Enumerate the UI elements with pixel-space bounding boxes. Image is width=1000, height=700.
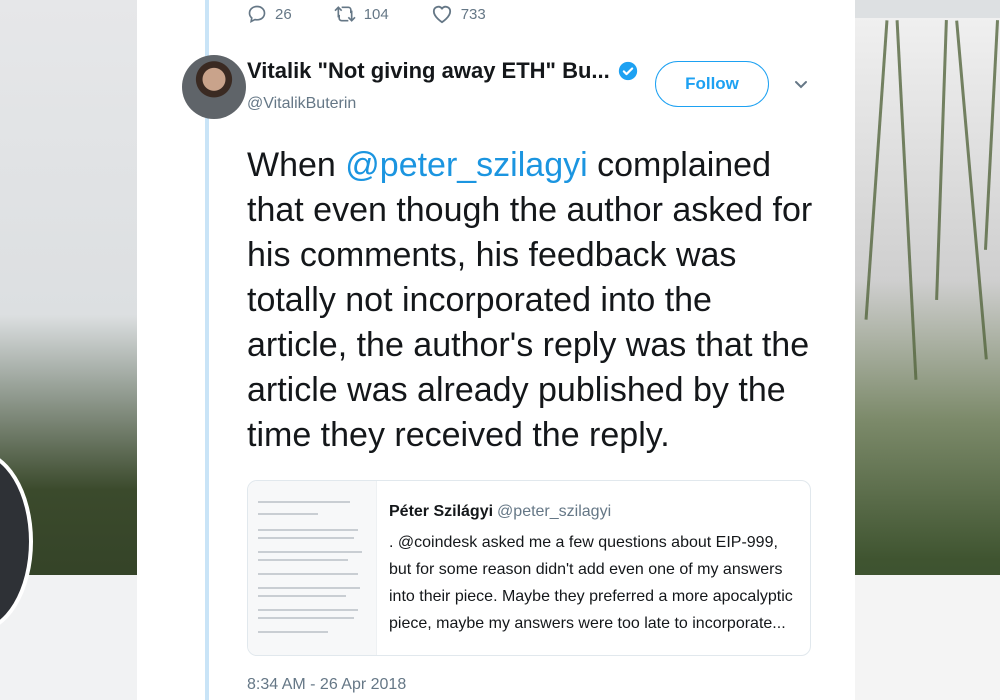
willow-frond — [983, 20, 1000, 250]
chevron-down-icon[interactable] — [794, 78, 808, 92]
avatar[interactable] — [182, 55, 246, 119]
text-scribble — [258, 609, 358, 611]
willow-frond — [864, 20, 889, 320]
tweet-card: 26 104 733 Vitalik "Not giving away ETH"… — [137, 0, 855, 700]
text-scribble — [258, 551, 362, 553]
text-scribble — [258, 529, 358, 531]
reply-count: 26 — [275, 5, 292, 23]
quoted-tweet[interactable]: Péter Szilágyi @peter_szilagyi . @coindes… — [247, 480, 811, 656]
background-band — [855, 575, 1000, 700]
text-scribble — [258, 559, 348, 561]
tweet-timestamp[interactable]: 8:34 AM - 26 Apr 2018 — [247, 676, 406, 694]
reply-action[interactable]: 26 — [247, 4, 292, 24]
tweet-text-start: When — [247, 146, 346, 184]
like-action[interactable]: 733 — [431, 4, 486, 24]
tweet-text: When @peter_szilagyi complained that eve… — [247, 143, 817, 458]
quoted-tweet-text: . @coindesk asked me a few questions abo… — [389, 534, 793, 632]
text-scribble — [258, 595, 346, 597]
background-strip — [855, 0, 1000, 18]
quoted-tweet-image — [248, 481, 377, 655]
text-scribble — [258, 513, 318, 515]
author-handle[interactable]: @VitalikButerin — [247, 95, 356, 113]
background-right — [855, 0, 1000, 700]
like-icon — [432, 5, 451, 24]
text-scribble — [258, 631, 328, 633]
tweet-text-rest: complained that even though the author a… — [247, 146, 813, 454]
like-count: 733 — [460, 5, 486, 23]
text-scribble — [258, 573, 358, 575]
retweet-count: 104 — [363, 5, 389, 23]
verified-icon — [618, 61, 637, 81]
text-scribble — [258, 587, 360, 589]
mention-link[interactable]: @peter_szilagyi — [345, 146, 587, 184]
retweet-icon — [334, 6, 356, 22]
author-name-row: Vitalik "Not giving away ETH" Bu... — [247, 58, 638, 84]
retweet-action[interactable]: 104 — [334, 4, 389, 24]
text-scribble — [258, 537, 354, 539]
quoted-tweet-body: Péter Szilágyi @peter_szilagyi . @coindes… — [389, 503, 799, 637]
background-left — [0, 0, 137, 700]
text-scribble — [258, 617, 354, 619]
quoted-author-name: Péter Szilágyi — [389, 503, 494, 520]
reply-icon — [248, 5, 266, 24]
willow-frond — [895, 20, 918, 380]
tweet-actions: 26 104 733 — [247, 4, 528, 24]
quoted-tweet-header: Péter Szilágyi @peter_szilagyi — [389, 503, 799, 521]
author-display-name[interactable]: Vitalik "Not giving away ETH" Bu... — [247, 58, 610, 84]
willow-frond — [935, 20, 948, 300]
willow-frond — [955, 20, 988, 360]
text-scribble — [258, 501, 350, 503]
quoted-author-handle: @peter_szilagyi — [497, 503, 612, 520]
follow-button[interactable]: Follow — [655, 61, 769, 107]
